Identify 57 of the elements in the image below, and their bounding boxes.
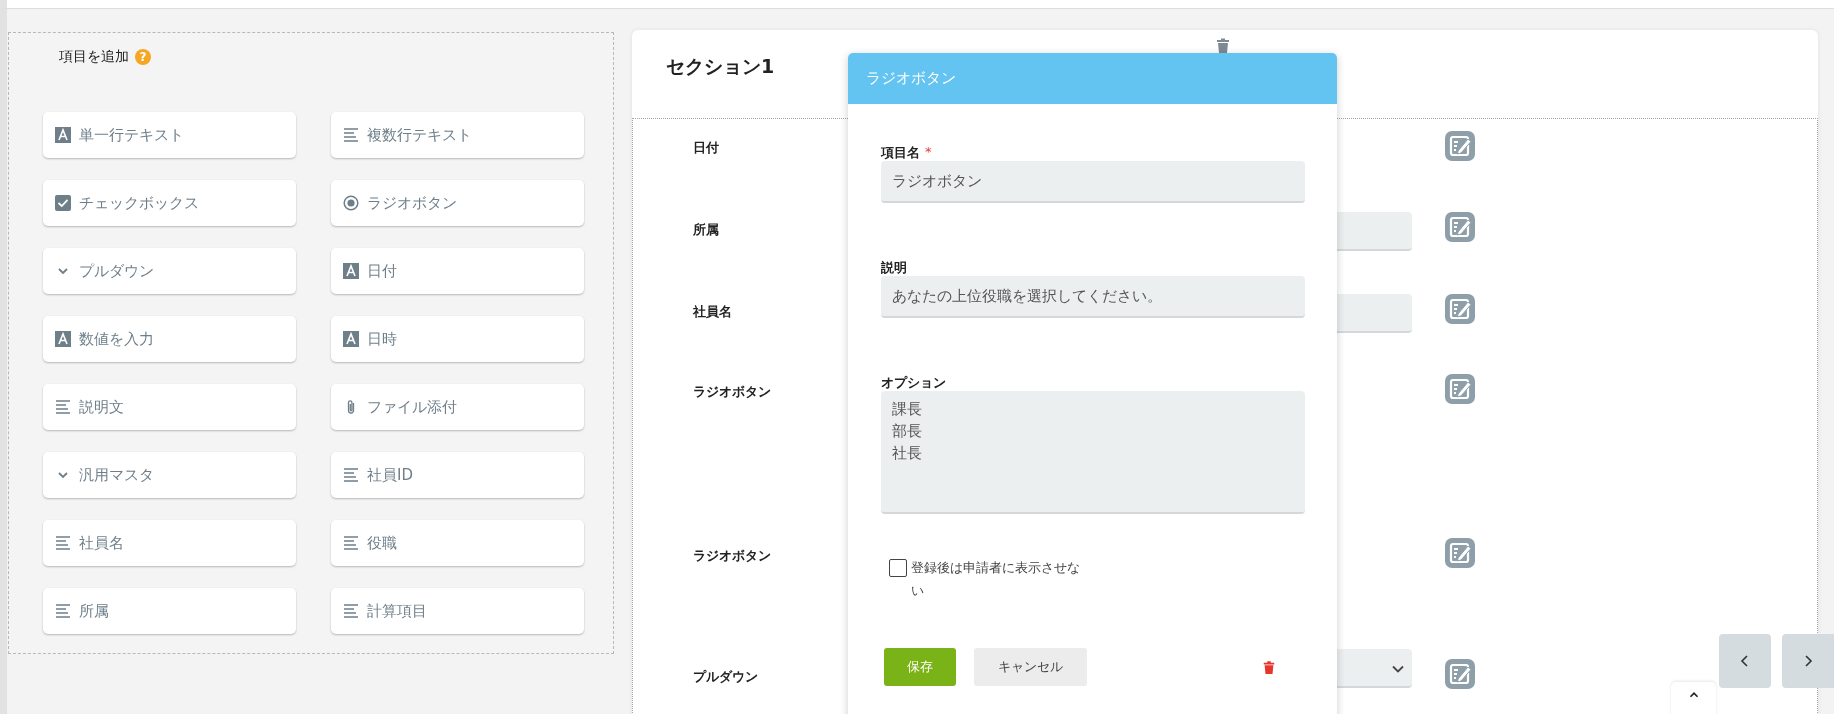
edit-icon[interactable] xyxy=(1445,538,1475,568)
lines-icon xyxy=(55,603,71,619)
text-icon xyxy=(55,127,71,143)
description-field[interactable]: あなたの上位役職を選択してください。 xyxy=(881,276,1305,318)
text-icon xyxy=(343,263,359,279)
edit-icon[interactable] xyxy=(1445,659,1475,689)
field-type-button[interactable]: ラジオボタン xyxy=(331,180,584,226)
field-label: 項目名 xyxy=(881,144,920,160)
field-label: 所属 xyxy=(693,222,719,237)
checkbox[interactable] xyxy=(889,559,907,577)
dialog-title: ラジオボタン xyxy=(866,69,956,88)
field-type-button[interactable]: 計算項目 xyxy=(331,588,584,634)
field-label: ラジオボタン xyxy=(693,384,771,399)
field-type-button[interactable]: 説明文 xyxy=(43,384,296,430)
field-type-button[interactable]: プルダウン xyxy=(43,248,296,294)
field-label: 社員名 xyxy=(693,304,732,319)
field-type-button[interactable]: ファイル添付 xyxy=(331,384,584,430)
trash-icon[interactable] xyxy=(1215,37,1231,53)
field-type-button[interactable]: 日付 xyxy=(331,248,584,294)
text-icon xyxy=(343,331,359,347)
edit-icon[interactable] xyxy=(1445,131,1475,161)
field-label: 日付 xyxy=(693,140,719,155)
checkbox-label: 登録後は申請者に表示させない xyxy=(911,559,1081,600)
checkbox-icon xyxy=(55,195,71,211)
lines-icon xyxy=(343,535,359,551)
field-type-button[interactable]: 単一行テキスト xyxy=(43,112,296,158)
required-mark: * xyxy=(925,144,932,160)
lines-icon xyxy=(343,127,359,143)
field-type-button[interactable]: 社員名 xyxy=(43,520,296,566)
field-type-button[interactable]: 数値を入力 xyxy=(43,316,296,362)
field-label: 説明 xyxy=(881,259,907,275)
field-type-button[interactable]: 役職 xyxy=(331,520,584,566)
edit-icon[interactable] xyxy=(1445,294,1475,324)
field-type-button[interactable]: 社員ID xyxy=(331,452,584,498)
field-type-button[interactable]: チェックボックス xyxy=(43,180,296,226)
lines-icon xyxy=(55,535,71,551)
panel-title: 項目を追加 xyxy=(59,48,129,66)
field-type-button[interactable]: 日時 xyxy=(331,316,584,362)
delete-icon[interactable] xyxy=(1262,659,1276,675)
section-title: セクション1 xyxy=(666,55,775,77)
field-type-button[interactable]: 所属 xyxy=(43,588,296,634)
name-field[interactable]: ラジオボタン xyxy=(881,161,1305,203)
field-label: オプション xyxy=(881,374,946,390)
lines-icon xyxy=(343,467,359,483)
save-button[interactable]: 保存 xyxy=(884,648,956,686)
lines-icon xyxy=(343,603,359,619)
field-type-button[interactable]: 複数行テキスト xyxy=(331,112,584,158)
field-label: ラジオボタン xyxy=(693,548,771,563)
field-type-button[interactable]: 汎用マスタ xyxy=(43,452,296,498)
field-label: プルダウン xyxy=(693,669,758,684)
options-field[interactable]: 課長 部長 社長 xyxy=(881,391,1305,514)
lines-icon xyxy=(55,399,71,415)
text-icon xyxy=(55,331,71,347)
radio-icon xyxy=(343,195,359,211)
edit-icon[interactable] xyxy=(1445,212,1475,242)
edit-icon[interactable] xyxy=(1445,374,1475,404)
cancel-button[interactable]: キャンセル xyxy=(974,648,1087,686)
